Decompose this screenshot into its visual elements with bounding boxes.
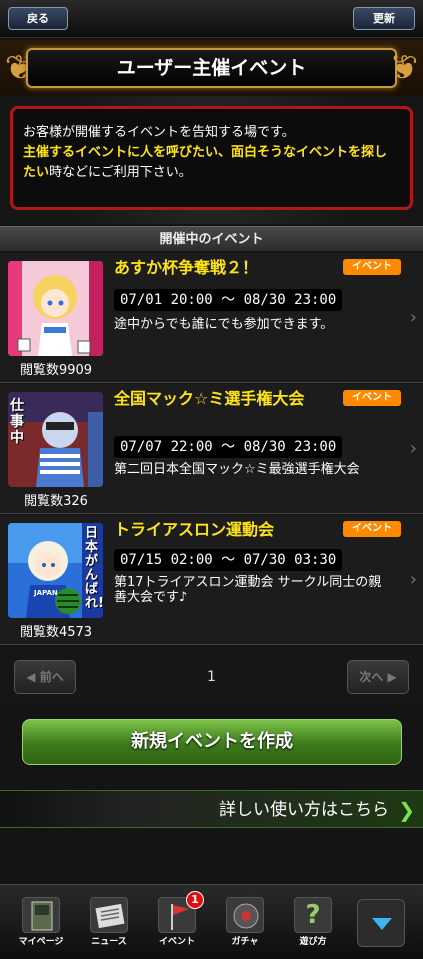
nav-gacha[interactable]: ガチャ <box>218 897 272 949</box>
event-period: 07/01 20:00 ～ 08/30 23:00 <box>114 289 343 311</box>
create-event-button[interactable]: 新規イベントを作成 <box>22 719 402 765</box>
event-title: トライアスロン運動会 <box>114 520 275 539</box>
event-badge: イベント <box>343 390 401 406</box>
top-bar: 戻る 更新 <box>0 0 423 38</box>
nav-help[interactable]: ? 遊び方 <box>286 897 340 949</box>
event-period: 07/07 22:00 ～ 08/30 23:00 <box>114 436 343 458</box>
section-header: 開催中のイベント <box>0 226 423 252</box>
notification-badge: 1 <box>186 891 204 909</box>
wing-ornament-icon: ❦ <box>389 48 419 88</box>
event-badge: イベント <box>343 521 401 537</box>
pagination: ◀ 前へ 1 次へ ▶ <box>0 646 423 708</box>
back-button[interactable]: 戻る <box>8 7 68 30</box>
event-thumbnail: 日本がんばれ!!! JAPAN <box>8 523 103 618</box>
bottom-nav: マイページ ニュース 1 イベント ガチャ ? 遊び方 <box>0 884 423 959</box>
thumbnail-caption: 日本がんばれ!!! <box>85 526 103 611</box>
event-description: 第17トライアスロン運動会 サークル同士の親善大会です♪ <box>114 575 382 605</box>
nav-news[interactable]: ニュース <box>82 897 136 949</box>
intro-tail: 時などにご利用下さい。 <box>49 165 192 180</box>
chevron-right-icon: › <box>409 438 417 459</box>
nav-label: ガチャ <box>231 937 259 947</box>
page-title: ユーザー主催イベント <box>116 57 307 79</box>
event-description: 第二回日本全国マック☆ミ最強選手権大会 <box>114 462 360 477</box>
view-count: 閲覧数9909 <box>19 363 93 378</box>
event-item[interactable]: 仕事中 閲覧数326 全国マック☆ミ選手権大会 イベント 07/07 22:00… <box>0 384 423 514</box>
event-badge: イベント <box>343 259 401 275</box>
nav-label: ニュース <box>91 937 127 947</box>
intro-box: お客様が開催するイベントを告知する場です。 主催するイベントに人を呼びたい、面白… <box>10 106 413 210</box>
title-banner: ❦ ユーザー主催イベント ❦ <box>0 40 423 96</box>
event-item[interactable]: 閲覧数9909 あすか杯争奪戦２！ イベント 07/01 20:00 ～ 08/… <box>0 253 423 383</box>
help-icon: ? <box>294 897 332 933</box>
jersey-text: JAPAN <box>34 589 58 597</box>
mypage-icon <box>22 897 60 933</box>
view-count: 閲覧数4573 <box>19 625 93 640</box>
triangle-down-icon <box>372 918 392 930</box>
nav-label: 遊び方 <box>299 937 327 947</box>
event-title: 全国マック☆ミ選手権大会 <box>114 389 305 408</box>
arrow-right-icon: ❯ <box>398 798 415 822</box>
chevron-right-icon: ▶ <box>387 670 397 684</box>
intro-area: お客様が開催するイベントを告知する場です。 主催するイベントに人を呼びたい、面白… <box>0 96 423 224</box>
event-period: 07/15 02:00 ～ 07/30 03:30 <box>114 549 343 571</box>
event-title: あすか杯争奪戦２！ <box>114 258 259 277</box>
event-thumbnail <box>8 261 103 356</box>
gacha-icon <box>226 897 264 933</box>
event-description: 途中からでも誰にでも参加できます。 <box>114 317 334 332</box>
event-thumbnail: 仕事中 <box>8 392 103 487</box>
expand-menu-button[interactable] <box>357 899 405 947</box>
next-label: 次へ <box>359 670 384 684</box>
event-item[interactable]: 日本がんばれ!!! JAPAN 閲覧数4573 トライアスロン運動会 イベント … <box>0 515 423 645</box>
refresh-button[interactable]: 更新 <box>353 7 415 30</box>
nav-label: マイページ <box>18 937 64 947</box>
chevron-right-icon: › <box>409 307 417 328</box>
nav-event[interactable]: 1 イベント <box>150 891 204 949</box>
help-link-bar[interactable]: 詳しい使い方はこちら ❯ <box>0 790 423 828</box>
nav-label: イベント <box>158 937 195 947</box>
next-page-button[interactable]: 次へ ▶ <box>347 660 409 694</box>
view-count: 閲覧数326 <box>24 494 88 509</box>
nav-mypage[interactable]: マイページ <box>14 897 68 949</box>
help-link[interactable]: 詳しい使い方はこちら <box>219 791 389 829</box>
intro-text: お客様が開催するイベントを告知する場です。 <box>23 125 295 140</box>
title-frame: ユーザー主催イベント <box>26 48 397 88</box>
chevron-right-icon: › <box>409 569 417 590</box>
news-icon <box>90 897 128 933</box>
thumbnail-caption: 仕事中 <box>10 398 24 446</box>
